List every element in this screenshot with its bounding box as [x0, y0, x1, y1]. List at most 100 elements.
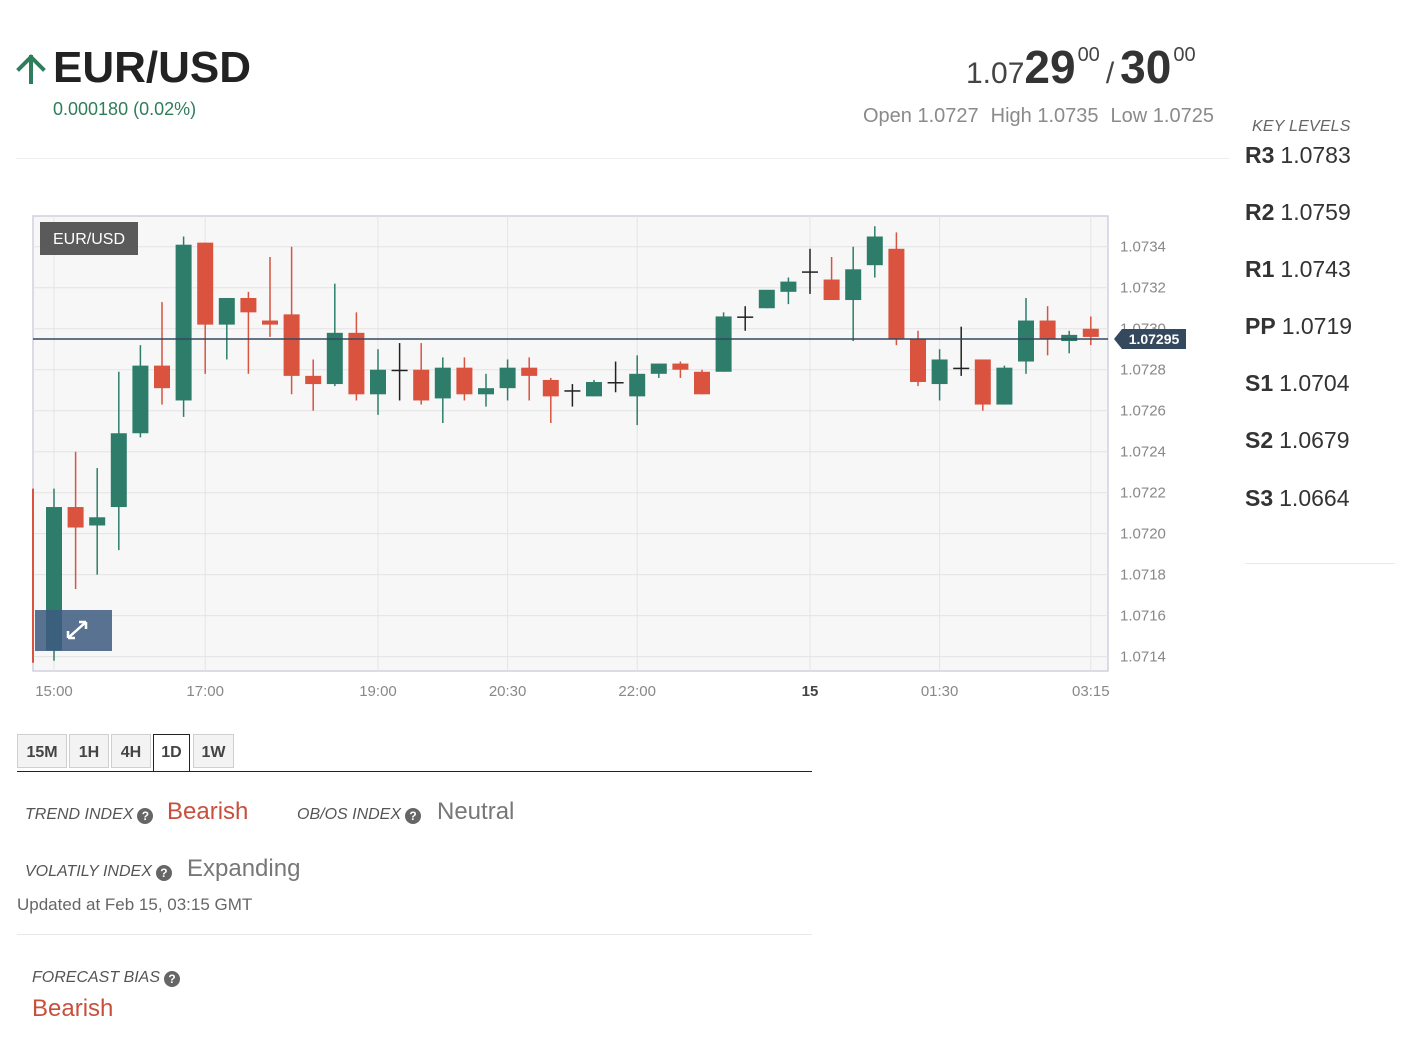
- candle-body: [326, 332, 343, 385]
- help-icon[interactable]: ?: [164, 971, 181, 987]
- y-tick-label: 1.0726: [1120, 403, 1166, 420]
- candle-body: [586, 382, 602, 397]
- candle-body: [888, 248, 905, 339]
- key-level-name: R3: [1245, 142, 1275, 168]
- y-tick-label: 1.0732: [1120, 280, 1166, 297]
- candle-body: [650, 363, 667, 374]
- y-tick-label: 1.0722: [1120, 485, 1166, 502]
- candle-body: [672, 363, 689, 370]
- candle-body: [823, 279, 840, 301]
- x-tick-label: 03:15: [1072, 683, 1110, 700]
- forecast-bias-value: Bearish: [32, 995, 114, 1022]
- candle-body: [197, 242, 214, 325]
- x-tick-label: 01:30: [921, 683, 959, 700]
- candle-body: [715, 316, 732, 372]
- candle-body: [1082, 328, 1099, 337]
- current-price-label: 1.07295: [1129, 331, 1180, 347]
- y-tick-label: 1.0724: [1120, 444, 1166, 461]
- expand-button[interactable]: [35, 610, 112, 651]
- key-levels-title: KEY LEVELS: [1252, 118, 1351, 135]
- candle-body: [305, 375, 322, 385]
- candle-body: [542, 379, 559, 397]
- candle-body: [154, 365, 170, 389]
- candle-body: [348, 332, 365, 395]
- divider: [1245, 563, 1395, 564]
- key-level-value: 1.0719: [1281, 313, 1353, 339]
- volatility-index-label: VOLATILY INDEX?: [25, 863, 172, 881]
- bid-pipette: 00: [1077, 44, 1100, 66]
- key-level-pp: PP 1.0719: [1245, 313, 1352, 340]
- candle-body: [694, 371, 710, 395]
- pair-title: EUR/USD: [53, 43, 252, 92]
- tab-1d[interactable]: 1D: [153, 734, 190, 771]
- candle-body: [1018, 320, 1034, 362]
- y-tick-label: 1.0734: [1120, 239, 1166, 256]
- candle-body: [521, 367, 538, 376]
- key-level-value: 1.0664: [1279, 485, 1350, 511]
- candle-body: [931, 359, 948, 385]
- trend-index-label: TREND INDEX?: [25, 806, 154, 824]
- arrow-up-icon: [16, 54, 46, 84]
- key-level-name: R2: [1245, 199, 1275, 225]
- key-level-value: 1.0743: [1280, 256, 1351, 282]
- candle-body: [240, 297, 257, 313]
- obos-index-value: Neutral: [437, 798, 515, 825]
- candle-body: [866, 236, 883, 266]
- candle-body: [89, 517, 106, 526]
- open-value: Open 1.0727: [863, 105, 979, 127]
- candle-body: [175, 244, 192, 401]
- y-tick-label: 1.0718: [1120, 567, 1166, 584]
- ohl-stats: Open 1.0727 High 1.0735 Low 1.0725: [863, 105, 1214, 128]
- candle-body: [910, 338, 926, 383]
- tab-4h[interactable]: 4H: [111, 734, 151, 768]
- help-icon[interactable]: ?: [155, 865, 172, 881]
- bid-big-figure: 29: [1024, 41, 1076, 93]
- bid-prefix: 1.07: [966, 57, 1025, 90]
- key-level-r1: R1 1.0743: [1245, 256, 1351, 283]
- candle-body: [564, 390, 581, 392]
- candle-body: [737, 316, 754, 318]
- ask-big-figure: 30: [1120, 41, 1172, 93]
- candle-body: [262, 320, 278, 325]
- divider: [17, 934, 812, 935]
- tab-1w[interactable]: 1W: [193, 734, 234, 768]
- candle-body: [370, 369, 386, 395]
- timeframe-tabs: 15M 1H 4H 1D 1W: [17, 734, 812, 772]
- y-tick-label: 1.0728: [1120, 362, 1166, 379]
- candle-body: [391, 369, 408, 372]
- x-tick-label: 19:00: [359, 683, 397, 700]
- divider: [16, 158, 1229, 159]
- key-level-name: S3: [1245, 485, 1274, 511]
- y-tick-label: 1.0720: [1120, 526, 1166, 543]
- key-level-s2: S2 1.0679: [1245, 427, 1350, 454]
- tab-1h[interactable]: 1H: [69, 734, 109, 768]
- y-tick-label: 1.0716: [1120, 608, 1166, 625]
- ask-pipette: 00: [1173, 44, 1196, 66]
- y-tick-label: 1.0714: [1120, 649, 1166, 666]
- x-tick-label: 22:00: [618, 683, 656, 700]
- key-level-name: R1: [1245, 256, 1275, 282]
- candle-body: [110, 433, 127, 508]
- help-icon[interactable]: ?: [405, 808, 422, 824]
- candle-body: [607, 382, 624, 384]
- x-tick-label: 15:00: [35, 683, 73, 700]
- bid-ask-price: 1.0729 00/30 00: [966, 40, 1236, 100]
- candle-body: [758, 289, 775, 309]
- candle-body: [132, 365, 149, 434]
- volatility-index-value: Expanding: [187, 855, 301, 882]
- candle-body: [218, 297, 235, 325]
- key-level-r3: R3 1.0783: [1245, 142, 1351, 169]
- plot-area: [32, 215, 1109, 672]
- candle-body: [974, 359, 991, 405]
- candle-body: [996, 367, 1013, 405]
- help-icon[interactable]: ?: [137, 808, 154, 824]
- key-level-s3: S3 1.0664: [1245, 485, 1350, 512]
- forecast-bias-label: FORECAST BIAS?: [32, 969, 181, 987]
- candle-body: [1061, 334, 1078, 342]
- key-level-s1: S1 1.0704: [1245, 370, 1350, 397]
- candlestick-chart[interactable]: 1.07341.07321.07301.07281.07261.07241.07…: [0, 190, 1230, 710]
- tab-15m[interactable]: 15M: [17, 734, 67, 768]
- x-tick-label: 15: [802, 683, 819, 700]
- updated-timestamp: Updated at Feb 15, 03:15 GMT: [17, 895, 253, 914]
- candle-body: [629, 373, 646, 397]
